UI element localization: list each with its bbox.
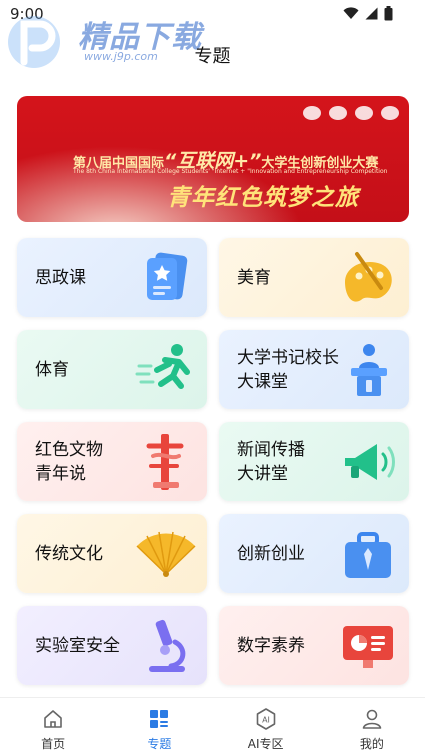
ai-icon: AI — [256, 708, 275, 730]
bottom-tab-bar: 首页 专题 AI AI专区 我的 — [0, 697, 425, 756]
topic-card-traditional-culture[interactable]: 传统文化 — [17, 514, 207, 593]
tab-label: 专题 — [147, 737, 172, 751]
banner-logos — [303, 106, 399, 120]
topic-card-label: 大学书记校长 — [237, 348, 339, 368]
briefcase-icon — [345, 532, 391, 578]
banner-slogan: 青年红色筑梦之旅 — [167, 185, 359, 211]
topic-card-president-lecture[interactable]: 大学书记校长 大课堂 — [219, 330, 409, 409]
user-icon — [362, 709, 382, 729]
tab-label: 我的 — [359, 737, 384, 751]
megaphone-icon — [345, 444, 395, 480]
svg-text:AI: AI — [262, 716, 270, 725]
topic-card-red-relics[interactable]: 红色文物 青年说 — [17, 422, 207, 501]
topic-card-label: 大讲堂 — [237, 464, 288, 484]
topic-card-label: 实验室安全 — [35, 636, 120, 656]
home-icon — [44, 710, 62, 728]
battery-icon — [384, 6, 393, 21]
topic-card-innovation[interactable]: 创新创业 — [219, 514, 409, 593]
topic-card-label: 美育 — [237, 268, 271, 288]
topic-card-digital-literacy[interactable]: 数字素养 — [219, 606, 409, 685]
topic-card-label: 数字素养 — [237, 636, 305, 656]
topic-card-label: 思政课 — [35, 268, 86, 288]
topic-card-journalism-lecture[interactable]: 新闻传播 大讲堂 — [219, 422, 409, 501]
tab-topics[interactable]: 专题 — [106, 698, 212, 756]
screen-chart-icon — [343, 626, 393, 668]
topic-card-label: 青年说 — [35, 464, 86, 484]
topic-card-label: 创新创业 — [237, 544, 305, 564]
topic-card-label: 体育 — [35, 360, 69, 380]
fan-icon — [136, 531, 196, 577]
book-star-icon — [147, 252, 188, 300]
grid-list-icon — [150, 710, 169, 728]
topic-card-sports[interactable]: 体育 — [17, 330, 207, 409]
runner-icon — [135, 344, 190, 389]
tab-home[interactable]: 首页 — [0, 698, 106, 756]
status-icons — [343, 6, 393, 21]
microscope-icon — [149, 619, 186, 672]
topic-card-label: 大课堂 — [237, 372, 288, 392]
organizer-logo-icon — [303, 106, 321, 120]
red-relic-icon — [146, 434, 184, 490]
podium-icon — [351, 344, 387, 396]
tab-profile[interactable]: 我的 — [319, 698, 425, 756]
topic-card-label: 红色文物 — [35, 440, 103, 460]
organizer-logo-icon — [329, 106, 347, 120]
organizer-logo-icon — [381, 106, 399, 120]
organizer-logo-icon — [355, 106, 373, 120]
topic-card-label: 传统文化 — [35, 544, 103, 564]
tab-ai-zone[interactable]: AI AI专区 — [213, 698, 319, 756]
topic-card-ideology[interactable]: 思政课 — [17, 238, 207, 317]
topic-card-label: 新闻传播 — [237, 440, 305, 460]
tab-label: AI专区 — [247, 737, 284, 751]
signal-icon — [365, 7, 378, 20]
topic-card-lab-safety[interactable]: 实验室安全 — [17, 606, 207, 685]
banner[interactable]: 第八届中国国际“互联网+”大学生创新创业大赛 The 8th China Int… — [17, 96, 409, 222]
topic-card-aesthetics[interactable]: 美育 — [219, 238, 409, 317]
banner-english-subtitle: The 8th China International College Stud… — [73, 168, 388, 175]
palette-icon — [345, 252, 392, 302]
page-title: 专题 — [194, 46, 231, 67]
wifi-icon — [343, 7, 359, 20]
tab-label: 首页 — [41, 737, 66, 751]
